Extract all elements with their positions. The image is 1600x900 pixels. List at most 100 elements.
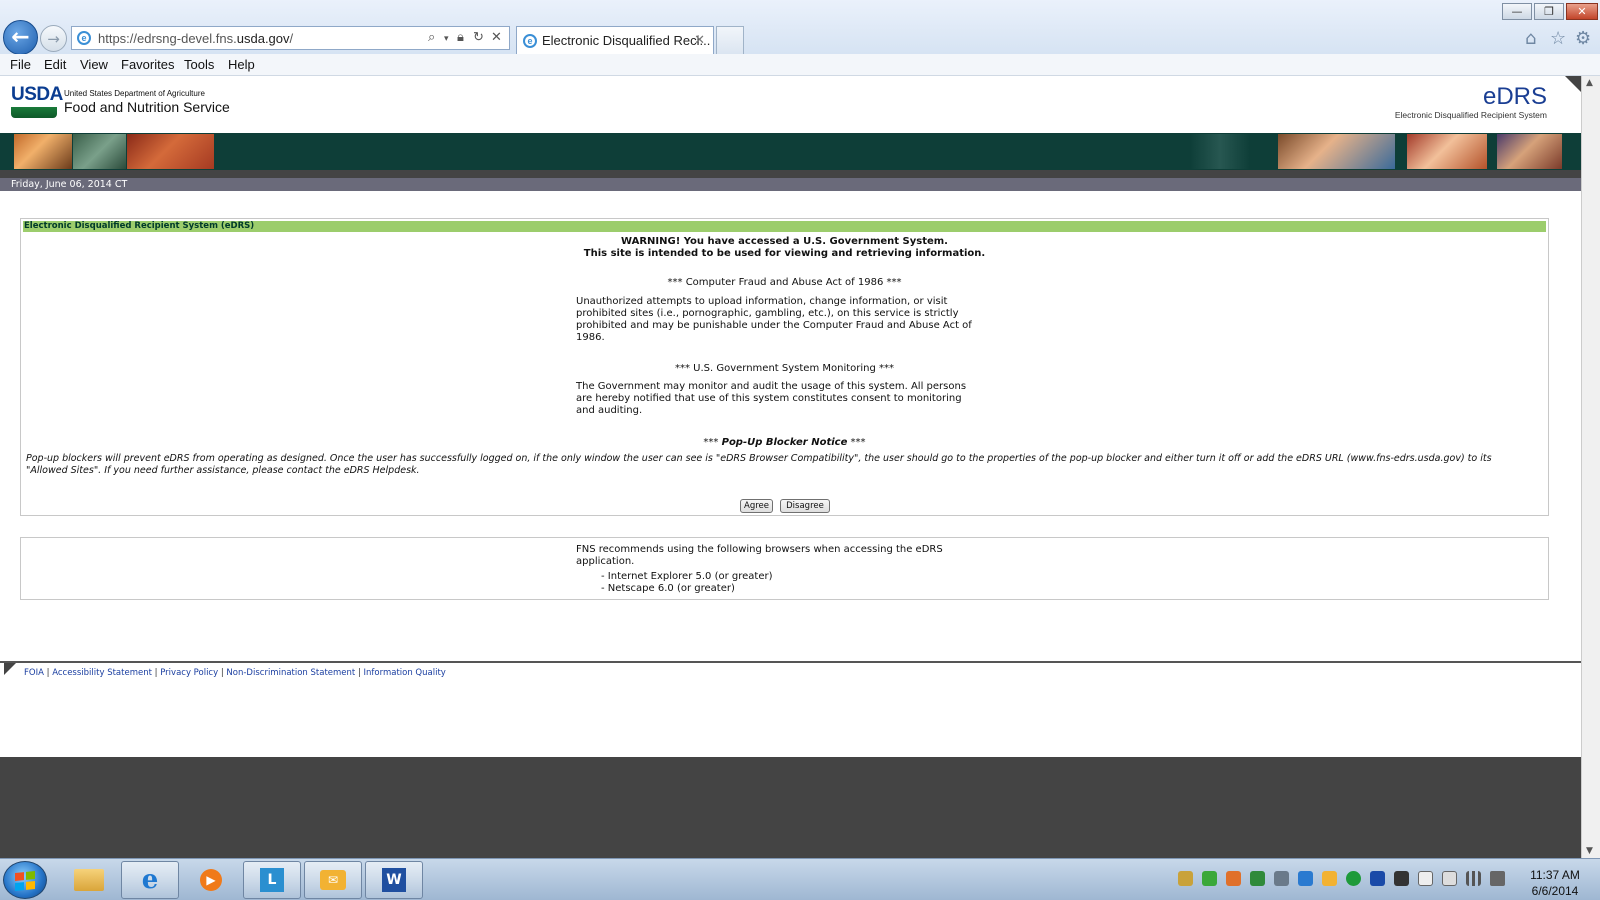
menu-edit[interactable]: Edit [44, 57, 66, 72]
popup-title: *** Pop-Up Blocker Notice *** [21, 437, 1548, 448]
menu-help[interactable]: Help [228, 57, 255, 72]
tray-outlook-icon[interactable] [1322, 871, 1337, 886]
gear-icon[interactable]: ⚙ [1575, 28, 1591, 49]
volume-icon[interactable] [1490, 871, 1505, 886]
ie-favicon-icon: e [77, 31, 91, 45]
tray-device-icon[interactable] [1442, 871, 1457, 886]
usda-wordmark: USDA [11, 84, 63, 105]
browser-recommendations-panel: FNS recommends using the following brows… [20, 537, 1549, 600]
footer-link-privacy[interactable]: Privacy Policy [160, 668, 218, 678]
start-button[interactable] [3, 861, 47, 899]
menu-view[interactable]: View [80, 57, 108, 72]
edrs-logo-text: eDRS [1482, 83, 1547, 110]
popup-notice-text: Pop-up blockers will prevent eDRS from o… [26, 453, 1492, 476]
banner-photo-family [1278, 134, 1395, 169]
back-button[interactable]: ← [3, 20, 38, 55]
scroll-down-icon[interactable]: ▼ [1586, 846, 1593, 856]
tray-update-icon[interactable] [1226, 871, 1241, 886]
back-arrow-icon: ← [11, 25, 30, 50]
url-suffix: / [289, 31, 294, 46]
lock-icon[interactable]: 🔒︎ [457, 29, 464, 45]
url-domain: usda.gov [236, 31, 290, 46]
menu-favorites[interactable]: Favorites [121, 57, 174, 72]
warning-notice-panel: Electronic Disqualified Recipient System… [20, 218, 1549, 516]
act-title: *** Computer Fraud and Abuse Act of 1986… [667, 277, 902, 288]
footer-separator: | [43, 668, 53, 678]
banner-photo-sports [14, 134, 72, 169]
footer-separator: | [151, 668, 161, 678]
tray-app-icon[interactable] [1250, 871, 1265, 886]
footer-link-nondiscrimination[interactable]: Non-Discrimination Statement [226, 668, 355, 678]
browser-intro: FNS recommends using the following brows… [576, 544, 943, 567]
forward-button[interactable]: → [40, 25, 67, 52]
lync-icon[interactable]: L [243, 861, 301, 899]
agree-button[interactable]: Agree [740, 499, 773, 513]
footer-separator: | [355, 668, 364, 678]
browser-item-netscape: - Netscape 6.0 (or greater) [601, 583, 735, 594]
menu-bar: File Edit View Favorites Tools Help [0, 54, 1600, 76]
forward-arrow-icon: → [47, 29, 60, 48]
bluetooth-icon[interactable] [1370, 871, 1385, 886]
outlook-icon[interactable]: ✉ [304, 861, 362, 899]
windows-logo-icon [15, 870, 35, 892]
usda-logo[interactable]: USDA [11, 84, 63, 118]
tray-monitor-icon[interactable] [1394, 871, 1409, 886]
footer-link-accessibility[interactable]: Accessibility Statement [52, 668, 152, 678]
window-close-button[interactable]: ✕ [1566, 3, 1598, 20]
home-icon[interactable]: ⌂ [1525, 28, 1536, 49]
file-explorer-icon[interactable] [60, 861, 118, 899]
photo-banner [0, 133, 1581, 170]
vertical-scrollbar[interactable]: ▲ ▼ [1581, 76, 1600, 858]
clock-date: 6/6/2014 [1531, 884, 1579, 898]
url-text[interactable]: https://edrsng-devel.fns.usda.gov/ [98, 31, 293, 46]
site-header: USDA United States Department of Agricul… [0, 76, 1581, 133]
stop-icon[interactable]: ✕ [491, 29, 502, 45]
action-center-flag-icon[interactable] [1418, 871, 1433, 886]
internet-explorer-icon[interactable]: e [121, 861, 179, 899]
menu-tools[interactable]: Tools [184, 57, 214, 72]
date-bar: Friday, June 06, 2014 CT [0, 178, 1581, 191]
agency-name: United States Department of Agriculture … [64, 89, 230, 115]
tray-network-icon[interactable] [1178, 871, 1193, 886]
tab-edrs[interactable]: e Electronic Disqualified Reci... ✕ [516, 26, 714, 54]
footer-divider [0, 661, 1581, 663]
refresh-icon[interactable]: ↻ [473, 29, 484, 45]
restore-button[interactable]: ❐ [1534, 3, 1564, 20]
tray-security-icon[interactable] [1202, 871, 1217, 886]
favorites-star-icon[interactable]: ☆ [1550, 28, 1566, 49]
clock[interactable]: 11:37 AM 6/6/2014 [1515, 867, 1595, 899]
popup-stars-right: *** [847, 437, 866, 448]
tray-sync-icon[interactable] [1298, 871, 1313, 886]
browser-chrome: — ❐ ✕ ← → e https://edrsng-devel.fns.usd… [0, 0, 1600, 55]
agency-title: Food and Nutrition Service [64, 99, 230, 115]
menu-file[interactable]: File [10, 57, 31, 72]
signal-strength-icon[interactable] [1466, 871, 1481, 886]
tray-display-icon[interactable] [1274, 871, 1289, 886]
banner-photo-fitness [73, 134, 126, 169]
footer-link-foia[interactable]: FOIA [24, 668, 44, 678]
media-player-icon[interactable]: ▶ [182, 861, 240, 899]
tray-status-icon[interactable] [1346, 871, 1361, 886]
edrs-logo: eDRS Electronic Disqualified Recipient S… [1395, 83, 1547, 121]
tab-favicon-icon: e [523, 34, 537, 48]
scroll-up-icon[interactable]: ▲ [1586, 78, 1593, 88]
popup-title-text: Pop-Up Blocker Notice [721, 437, 848, 448]
tab-close-icon[interactable]: ✕ [694, 32, 705, 48]
footer-corner [4, 663, 16, 675]
popup-stars-left: *** [703, 437, 722, 448]
footer-links: FOIA | Accessibility Statement | Privacy… [24, 668, 446, 678]
clock-time: 11:37 AM [1530, 868, 1580, 882]
address-bar[interactable]: e https://edrsng-devel.fns.usda.gov/ ⌕ ▾… [71, 26, 510, 50]
browser-item-ie: - Internet Explorer 5.0 (or greater) [601, 571, 773, 582]
page-corner [1565, 76, 1581, 92]
monitoring-title: *** U.S. Government System Monitoring **… [674, 363, 895, 374]
usda-hill-icon [11, 107, 57, 118]
search-icon[interactable]: ⌕ [428, 29, 435, 45]
dropdown-icon[interactable]: ▾ [444, 33, 449, 44]
footer-link-information-quality[interactable]: Information Quality [364, 668, 446, 678]
disagree-button[interactable]: Disagree [780, 499, 830, 513]
new-tab-button[interactable] [716, 26, 744, 54]
department-name: United States Department of Agriculture [64, 89, 205, 98]
minimize-button[interactable]: — [1502, 3, 1532, 20]
word-icon[interactable]: W [365, 861, 423, 899]
